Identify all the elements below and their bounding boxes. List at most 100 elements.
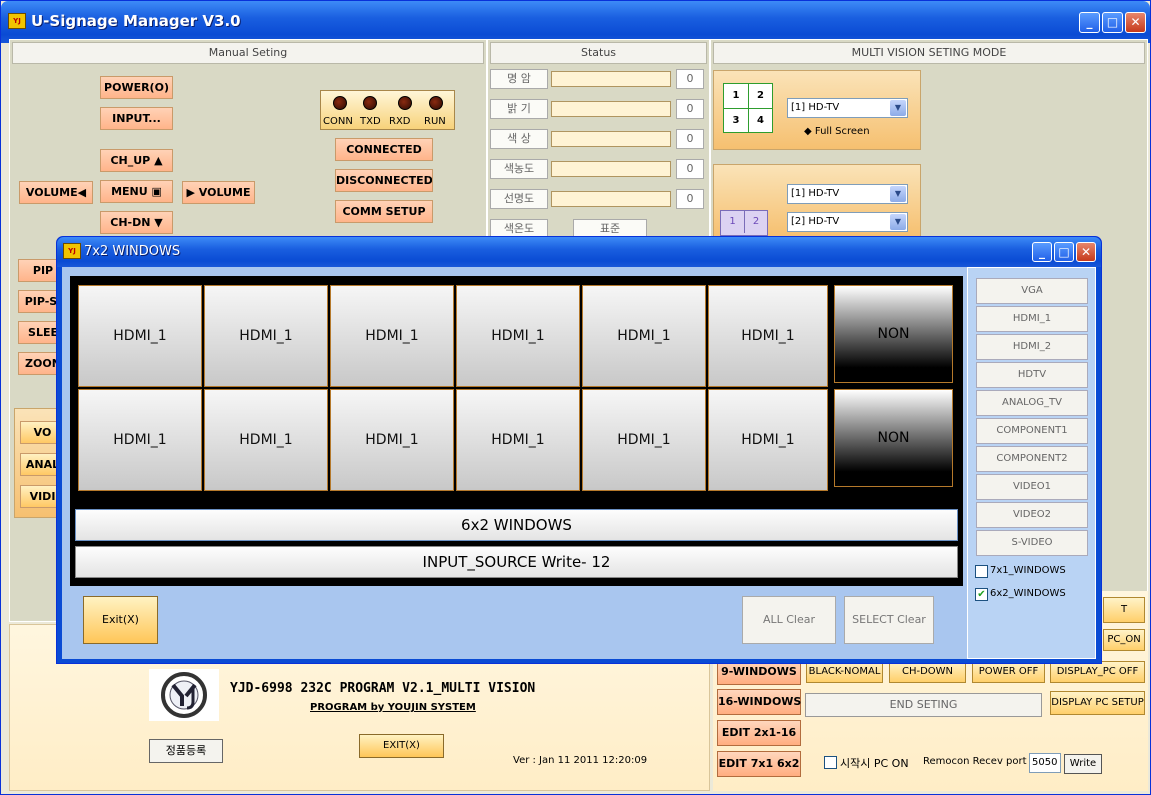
source-component1-button[interactable]: COMPONENT1 — [976, 418, 1088, 444]
full-screen-group: 1 2 3 4 [1] HD-TV ▼ ◆ Full Screen — [713, 70, 921, 150]
source-select-3-value: [2] HD-TV — [791, 216, 840, 227]
grid-cell[interactable]: HDMI_1 — [330, 389, 454, 491]
edge-button-1[interactable]: T — [1103, 597, 1145, 623]
windows-mode-bar[interactable]: 6x2 WINDOWS — [75, 509, 958, 541]
source-component2-button[interactable]: COMPONENT2 — [976, 446, 1088, 472]
conn-led-icon — [333, 96, 347, 110]
child-minimize-button[interactable]: _ — [1032, 242, 1052, 262]
start-pc-on-checkbox[interactable] — [824, 756, 837, 769]
connected-button[interactable]: CONNECTED — [335, 138, 433, 161]
source-select-2[interactable]: [1] HD-TV ▼ — [787, 184, 908, 204]
status-bar-sharpness[interactable] — [551, 191, 671, 207]
quad-cell-2: 2 — [748, 84, 772, 108]
port-input[interactable]: 5050 — [1029, 753, 1061, 773]
status-bar-brightness[interactable] — [551, 101, 671, 117]
status-header: Status — [490, 42, 707, 64]
child-window: YJ 7x2 WINDOWS _ □ ✕ HDMI_1 HDMI_1 HDMI_… — [56, 236, 1102, 664]
window-grid: HDMI_1 HDMI_1 HDMI_1 HDMI_1 HDMI_1 HDMI_… — [70, 276, 963, 586]
source-vga-button[interactable]: VGA — [976, 278, 1088, 304]
grid-cell[interactable]: HDMI_1 — [330, 285, 454, 387]
edit-7x1-6x2-button[interactable]: EDIT 7x1 6x2 — [717, 751, 801, 777]
main-titlebar[interactable]: YJ U-Signage Manager V3.0 _ □ ✕ — [1, 1, 1150, 43]
select-clear-button[interactable]: SELECT Clear — [844, 596, 934, 644]
ch-dn-button[interactable]: CH-DN ▼ — [100, 211, 173, 234]
chevron-down-icon: ▼ — [890, 100, 906, 116]
rxd-led-icon — [398, 96, 412, 110]
register-button[interactable]: 정품등록 — [149, 739, 223, 763]
youjin-logo-icon — [149, 669, 219, 721]
ch-down-button[interactable]: CH-DOWN — [889, 661, 966, 683]
grid-cell[interactable]: HDMI_1 — [78, 389, 202, 491]
input-button[interactable]: INPUT... — [100, 107, 173, 130]
split-group: [1] HD-TV ▼ [2] HD-TV ▼ 1 2 — [713, 164, 921, 238]
source-hdmi2-button[interactable]: HDMI_2 — [976, 334, 1088, 360]
all-clear-button[interactable]: ALL Clear — [742, 596, 836, 644]
led-panel: CONN TXD RXD RUN — [320, 90, 455, 130]
source-video2-button[interactable]: VIDEO2 — [976, 502, 1088, 528]
close-button[interactable]: ✕ — [1125, 12, 1146, 33]
input-source-bar[interactable]: INPUT_SOURCE Write- 12 — [75, 546, 958, 578]
volume-up-button[interactable]: ▶ VOLUME — [182, 181, 255, 204]
start-pc-on-label: 시작시 PC ON — [840, 757, 909, 770]
source-video1-button[interactable]: VIDEO1 — [976, 474, 1088, 500]
source-analog-tv-button[interactable]: ANALOG_TV — [976, 390, 1088, 416]
status-label-contrast: 명 암 — [490, 69, 548, 89]
grid-cell[interactable]: HDMI_1 — [78, 285, 202, 387]
full-screen-label: ◆ Full Screen — [804, 126, 870, 137]
grid-cell[interactable]: HDMI_1 — [582, 389, 706, 491]
status-label-brightness: 밝 기 — [490, 99, 548, 119]
source-select-1[interactable]: [1] HD-TV ▼ — [787, 98, 908, 118]
7x1-windows-checkbox[interactable] — [975, 565, 988, 578]
txd-led-icon — [363, 96, 377, 110]
minimize-button[interactable]: _ — [1079, 12, 1100, 33]
maximize-button[interactable]: □ — [1102, 12, 1123, 33]
grid-cell[interactable]: HDMI_1 — [708, 285, 828, 387]
grid-cell[interactable]: HDMI_1 — [708, 389, 828, 491]
comm-setup-button[interactable]: COMM SETUP — [335, 200, 433, 223]
non-cell-1[interactable]: NON — [834, 285, 953, 383]
status-value-contrast: 0 — [676, 69, 704, 89]
program-by: PROGRAM by YOUJIN SYSTEM — [310, 702, 476, 713]
edit-2x1-16-button[interactable]: EDIT 2x1-16 — [717, 720, 801, 746]
grid-cell[interactable]: HDMI_1 — [204, 285, 328, 387]
status-value-saturation: 0 — [676, 159, 704, 179]
source-hdtv-button[interactable]: HDTV — [976, 362, 1088, 388]
grid-cell[interactable]: HDMI_1 — [456, 389, 580, 491]
grid-cell[interactable]: HDMI_1 — [204, 389, 328, 491]
power-off-button[interactable]: POWER OFF — [972, 661, 1045, 683]
status-panel: Status 명 암 0 밝 기 0 색 상 0 색농도 0 선명도 0 색온도… — [487, 39, 710, 239]
sixteen-windows-button[interactable]: 16-WINDOWS — [717, 689, 801, 715]
display-pc-off-button[interactable]: DISPLAY_PC OFF — [1050, 661, 1145, 683]
split-grid[interactable]: 1 2 — [720, 210, 768, 236]
end-setting-button[interactable]: END SETING — [805, 693, 1042, 717]
status-label-saturation: 색농도 — [490, 159, 548, 179]
write-button[interactable]: Write — [1064, 754, 1102, 774]
child-close-button[interactable]: ✕ — [1076, 242, 1096, 262]
source-hdmi1-button[interactable]: HDMI_1 — [976, 306, 1088, 332]
menu-button[interactable]: MENU ▣ — [100, 180, 173, 203]
volume-down-button[interactable]: VOLUME◀ — [19, 181, 93, 204]
edge-button-2[interactable]: PC_ON — [1103, 629, 1145, 651]
quad-grid[interactable]: 1 2 3 4 — [723, 83, 773, 133]
child-exit-button[interactable]: Exit(X) — [83, 596, 158, 644]
black-normal-button[interactable]: BLACK-NOMAL — [806, 661, 883, 683]
grid-cell[interactable]: HDMI_1 — [456, 285, 580, 387]
status-bar-hue[interactable] — [551, 131, 671, 147]
non-cell-2[interactable]: NON — [834, 389, 953, 487]
led-label-run: RUN — [424, 116, 446, 127]
power-button[interactable]: POWER(O) — [100, 76, 173, 99]
display-pc-setup-button[interactable]: DISPLAY PC SETUP — [1050, 691, 1145, 715]
exit-button[interactable]: EXIT(X) — [359, 734, 444, 758]
source-select-1-value: [1] HD-TV — [791, 102, 840, 113]
6x2-windows-checkbox[interactable]: ✔ — [975, 588, 988, 601]
source-select-3[interactable]: [2] HD-TV ▼ — [787, 212, 908, 232]
status-bar-saturation[interactable] — [551, 161, 671, 177]
disconnected-button[interactable]: DISCONNECTED — [335, 169, 433, 192]
6x2-windows-label: 6x2_WINDOWS — [990, 588, 1066, 599]
child-titlebar[interactable]: YJ 7x2 WINDOWS _ □ ✕ — [57, 237, 1101, 267]
ch-up-button[interactable]: CH_UP ▲ — [100, 149, 173, 172]
child-maximize-button[interactable]: □ — [1054, 242, 1074, 262]
status-bar-contrast[interactable] — [551, 71, 671, 87]
grid-cell[interactable]: HDMI_1 — [582, 285, 706, 387]
source-svideo-button[interactable]: S-VIDEO — [976, 530, 1088, 556]
